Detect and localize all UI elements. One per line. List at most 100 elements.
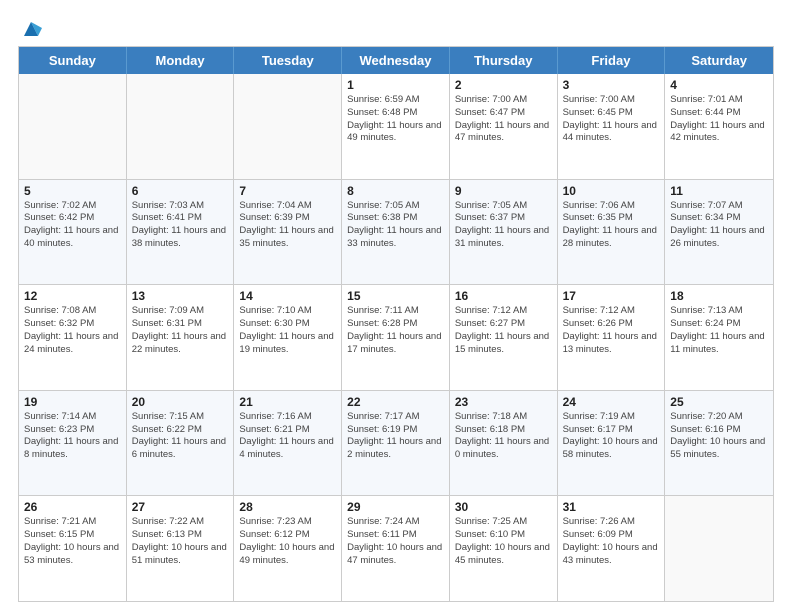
day-number: 4: [670, 78, 768, 92]
day-info: Sunrise: 7:10 AM Sunset: 6:30 PM Dayligh…: [239, 305, 336, 356]
day-info: Sunrise: 7:08 AM Sunset: 6:32 PM Dayligh…: [24, 305, 121, 356]
day-number: 25: [670, 395, 768, 409]
calendar-day-cell: 31 Sunrise: 7:26 AM Sunset: 6:09 PM Dayli…: [558, 496, 666, 601]
day-info: Sunrise: 7:01 AM Sunset: 6:44 PM Dayligh…: [670, 94, 768, 145]
day-number: 31: [563, 500, 660, 514]
calendar-day-cell: 6Sunrise: 7:03 AM Sunset: 6:41 PM Daylig…: [127, 180, 235, 285]
day-number: 13: [132, 289, 229, 303]
day-number: 24: [563, 395, 660, 409]
day-info: Sunrise: 7:16 AM Sunset: 6:21 PM Dayligh…: [239, 411, 336, 462]
calendar-empty-cell: [665, 496, 773, 601]
header: [18, 18, 774, 36]
day-number: 14: [239, 289, 336, 303]
logo-icon: [20, 18, 42, 38]
calendar-day-cell: 30 Sunrise: 7:25 AM Sunset: 6:10 PM Dayli…: [450, 496, 558, 601]
day-info: Sunrise: 7:12 AM Sunset: 6:27 PM Dayligh…: [455, 305, 552, 356]
calendar-day-cell: 7 Sunrise: 7:04 AM Sunset: 6:39 PM Daylig…: [234, 180, 342, 285]
calendar-day-cell: 23 Sunrise: 7:18 AM Sunset: 6:18 PM Dayli…: [450, 391, 558, 496]
calendar-header-cell: Saturday: [665, 47, 773, 74]
calendar-day-cell: 27 Sunrise: 7:22 AM Sunset: 6:13 PM Dayli…: [127, 496, 235, 601]
day-number: 8: [347, 184, 444, 198]
calendar-week: 19Sunrise: 7:14 AM Sunset: 6:23 PM Dayli…: [19, 390, 773, 496]
calendar-empty-cell: [234, 74, 342, 179]
day-info: Sunrise: 7:19 AM Sunset: 6:17 PM Dayligh…: [563, 411, 660, 462]
day-info: Sunrise: 7:13 AM Sunset: 6:24 PM Dayligh…: [670, 305, 768, 356]
day-info: Sunrise: 7:00 AM Sunset: 6:45 PM Dayligh…: [563, 94, 660, 145]
day-number: 23: [455, 395, 552, 409]
day-number: 20: [132, 395, 229, 409]
calendar-header-cell: Wednesday: [342, 47, 450, 74]
calendar-day-cell: 5Sunrise: 7:02 AM Sunset: 6:42 PM Daylig…: [19, 180, 127, 285]
calendar-header: SundayMondayTuesdayWednesdayThursdayFrid…: [19, 47, 773, 74]
calendar-day-cell: 10 Sunrise: 7:06 AM Sunset: 6:35 PM Dayli…: [558, 180, 666, 285]
day-info: Sunrise: 7:12 AM Sunset: 6:26 PM Dayligh…: [563, 305, 660, 356]
calendar-empty-cell: [127, 74, 235, 179]
day-number: 22: [347, 395, 444, 409]
day-info: Sunrise: 7:07 AM Sunset: 6:34 PM Dayligh…: [670, 200, 768, 251]
day-number: 9: [455, 184, 552, 198]
day-number: 29: [347, 500, 444, 514]
day-info: Sunrise: 7:05 AM Sunset: 6:37 PM Dayligh…: [455, 200, 552, 251]
day-info: Sunrise: 7:02 AM Sunset: 6:42 PM Dayligh…: [24, 200, 121, 251]
day-info: Sunrise: 7:25 AM Sunset: 6:10 PM Dayligh…: [455, 516, 552, 567]
day-number: 2: [455, 78, 552, 92]
day-info: Sunrise: 6:59 AM Sunset: 6:48 PM Dayligh…: [347, 94, 444, 145]
day-info: Sunrise: 7:00 AM Sunset: 6:47 PM Dayligh…: [455, 94, 552, 145]
day-info: Sunrise: 7:18 AM Sunset: 6:18 PM Dayligh…: [455, 411, 552, 462]
calendar-day-cell: 18Sunrise: 7:13 AM Sunset: 6:24 PM Dayli…: [665, 285, 773, 390]
calendar: SundayMondayTuesdayWednesdayThursdayFrid…: [18, 46, 774, 602]
day-info: Sunrise: 7:06 AM Sunset: 6:35 PM Dayligh…: [563, 200, 660, 251]
calendar-day-cell: 11 Sunrise: 7:07 AM Sunset: 6:34 PM Dayli…: [665, 180, 773, 285]
calendar-day-cell: 1 Sunrise: 6:59 AM Sunset: 6:48 PM Daylig…: [342, 74, 450, 179]
day-info: Sunrise: 7:04 AM Sunset: 6:39 PM Dayligh…: [239, 200, 336, 251]
day-number: 17: [563, 289, 660, 303]
day-number: 1: [347, 78, 444, 92]
calendar-week: 26Sunrise: 7:21 AM Sunset: 6:15 PM Dayli…: [19, 495, 773, 601]
logo: [18, 18, 42, 36]
calendar-day-cell: 14 Sunrise: 7:10 AM Sunset: 6:30 PM Dayli…: [234, 285, 342, 390]
day-number: 21: [239, 395, 336, 409]
day-number: 11: [670, 184, 768, 198]
calendar-day-cell: 15Sunrise: 7:11 AM Sunset: 6:28 PM Dayli…: [342, 285, 450, 390]
day-info: Sunrise: 7:05 AM Sunset: 6:38 PM Dayligh…: [347, 200, 444, 251]
day-info: Sunrise: 7:03 AM Sunset: 6:41 PM Dayligh…: [132, 200, 229, 251]
calendar-day-cell: 4 Sunrise: 7:01 AM Sunset: 6:44 PM Daylig…: [665, 74, 773, 179]
calendar-day-cell: 17 Sunrise: 7:12 AM Sunset: 6:26 PM Dayli…: [558, 285, 666, 390]
calendar-empty-cell: [19, 74, 127, 179]
day-number: 10: [563, 184, 660, 198]
page: SundayMondayTuesdayWednesdayThursdayFrid…: [0, 0, 792, 612]
day-info: Sunrise: 7:11 AM Sunset: 6:28 PM Dayligh…: [347, 305, 444, 356]
calendar-day-cell: 19Sunrise: 7:14 AM Sunset: 6:23 PM Dayli…: [19, 391, 127, 496]
day-info: Sunrise: 7:20 AM Sunset: 6:16 PM Dayligh…: [670, 411, 768, 462]
calendar-header-cell: Tuesday: [234, 47, 342, 74]
day-info: Sunrise: 7:26 AM Sunset: 6:09 PM Dayligh…: [563, 516, 660, 567]
day-number: 12: [24, 289, 121, 303]
calendar-body: 1 Sunrise: 6:59 AM Sunset: 6:48 PM Daylig…: [19, 74, 773, 601]
calendar-day-cell: 2 Sunrise: 7:00 AM Sunset: 6:47 PM Daylig…: [450, 74, 558, 179]
day-info: Sunrise: 7:14 AM Sunset: 6:23 PM Dayligh…: [24, 411, 121, 462]
day-info: Sunrise: 7:22 AM Sunset: 6:13 PM Dayligh…: [132, 516, 229, 567]
calendar-header-cell: Thursday: [450, 47, 558, 74]
day-number: 30: [455, 500, 552, 514]
day-number: 26: [24, 500, 121, 514]
calendar-week: 1 Sunrise: 6:59 AM Sunset: 6:48 PM Daylig…: [19, 74, 773, 179]
calendar-day-cell: 16 Sunrise: 7:12 AM Sunset: 6:27 PM Dayli…: [450, 285, 558, 390]
day-number: 27: [132, 500, 229, 514]
calendar-header-cell: Monday: [127, 47, 235, 74]
calendar-day-cell: 25 Sunrise: 7:20 AM Sunset: 6:16 PM Dayli…: [665, 391, 773, 496]
calendar-header-cell: Friday: [558, 47, 666, 74]
calendar-day-cell: 9 Sunrise: 7:05 AM Sunset: 6:37 PM Daylig…: [450, 180, 558, 285]
day-number: 7: [239, 184, 336, 198]
calendar-day-cell: 13Sunrise: 7:09 AM Sunset: 6:31 PM Dayli…: [127, 285, 235, 390]
calendar-day-cell: 26Sunrise: 7:21 AM Sunset: 6:15 PM Dayli…: [19, 496, 127, 601]
calendar-day-cell: 22Sunrise: 7:17 AM Sunset: 6:19 PM Dayli…: [342, 391, 450, 496]
calendar-day-cell: 24 Sunrise: 7:19 AM Sunset: 6:17 PM Dayli…: [558, 391, 666, 496]
calendar-day-cell: 3Sunrise: 7:00 AM Sunset: 6:45 PM Daylig…: [558, 74, 666, 179]
day-number: 28: [239, 500, 336, 514]
calendar-day-cell: 20Sunrise: 7:15 AM Sunset: 6:22 PM Dayli…: [127, 391, 235, 496]
day-number: 16: [455, 289, 552, 303]
calendar-week: 5Sunrise: 7:02 AM Sunset: 6:42 PM Daylig…: [19, 179, 773, 285]
calendar-header-cell: Sunday: [19, 47, 127, 74]
calendar-day-cell: 29Sunrise: 7:24 AM Sunset: 6:11 PM Dayli…: [342, 496, 450, 601]
calendar-day-cell: 21 Sunrise: 7:16 AM Sunset: 6:21 PM Dayli…: [234, 391, 342, 496]
